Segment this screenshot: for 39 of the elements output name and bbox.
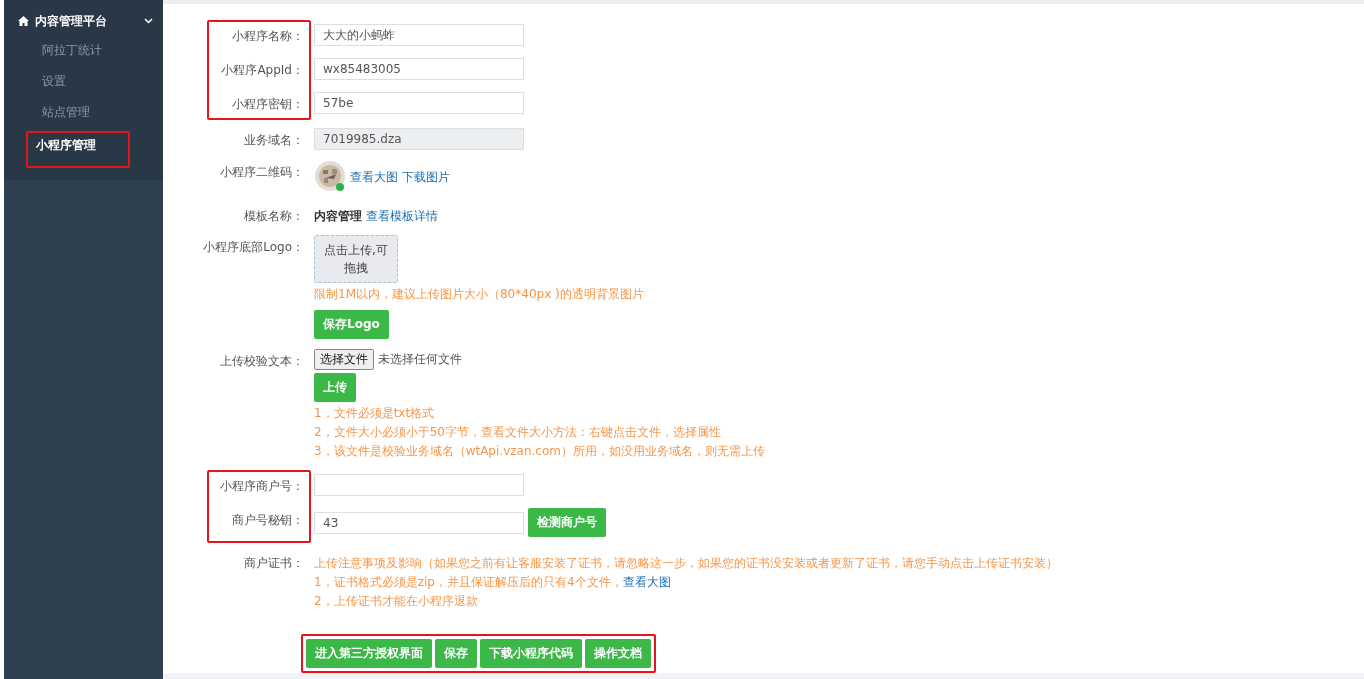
field-label: 商户号秘钥：	[231, 512, 304, 529]
text-field[interactable]	[314, 474, 524, 496]
field-label: 小程序密钥：	[231, 96, 304, 113]
field-label: 小程序底部Logo：	[202, 239, 304, 256]
choose-file-button[interactable]: 选择文件	[314, 349, 374, 370]
sidebar-item[interactable]: 小程序管理	[26, 131, 130, 168]
note-text: 上传注意事项及影响（如果您之前有让客服安装了证书，请忽略这一步，如果您的证书没安装或者更新了证书，请您手动点击上传证书安装）	[314, 555, 1058, 572]
note-text: 1，文件必须是txt格式	[314, 405, 436, 422]
home-icon	[18, 16, 29, 26]
image-link[interactable]: 查看大图	[350, 168, 398, 186]
hint-text: 限制1M以内，建议上传图片大小（80*40px )的透明背景图片	[314, 286, 644, 303]
sidebar-item[interactable]: 站点管理	[34, 100, 163, 125]
chevron-icon	[144, 18, 153, 24]
upload-dropzone[interactable]: 点击上传,可拖拽	[314, 235, 398, 283]
field-label: 小程序二维码：	[219, 164, 304, 181]
image-link[interactable]: 下载图片	[402, 168, 450, 186]
text-field[interactable]: 大大的小蚂蚱	[314, 24, 524, 46]
text-field[interactable]: 43	[314, 511, 524, 534]
template-detail-link[interactable]: 查看模板详情	[366, 208, 438, 225]
field-label: 上传校验文本：	[219, 353, 304, 370]
domain-field[interactable]: 7019985.dza	[314, 128, 524, 150]
note-text: 1，证书格式必须是zip，并且保证解压后的只有4个文件，查看大图	[314, 574, 672, 591]
field-label: 小程序名称：	[231, 28, 304, 45]
field-label: 商户证书：	[243, 555, 304, 572]
template-name: 内容管理	[314, 208, 362, 225]
field-label: 模板名称：	[243, 208, 304, 225]
field-label: 小程序商户号：	[219, 478, 304, 495]
text-field[interactable]: wx85483005	[314, 58, 524, 80]
note-text: 2，上传证书才能在小程序退款	[314, 593, 479, 610]
sidebar-header[interactable]: 内容管理平台	[4, 10, 163, 32]
text-field[interactable]: 57be	[314, 92, 524, 114]
view-image-link[interactable]: 查看大图	[622, 575, 671, 589]
file-status: 未选择任何文件	[378, 351, 462, 368]
field-label: 业务域名：	[243, 132, 304, 149]
sidebar-item[interactable]: 阿拉丁统计	[34, 38, 163, 63]
note-text: 2，文件大小必须小于50字节，查看文件大小方法：右键点击文件，选择属性	[314, 424, 722, 441]
field-label: 小程序AppId：	[220, 62, 304, 79]
note-text: 3，该文件是校验业务域名（wtApi.vzan.com）所用，如没用业务域名，则无需上传	[314, 443, 765, 460]
sidebar-item[interactable]: 设置	[34, 69, 163, 94]
